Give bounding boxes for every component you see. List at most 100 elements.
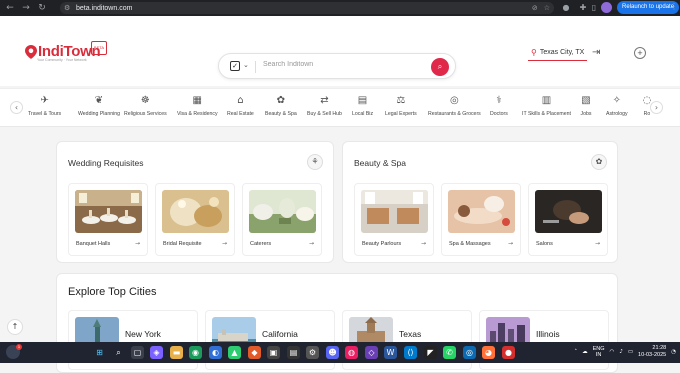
- weather-widget[interactable]: 1: [6, 344, 22, 359]
- cloud-icon[interactable]: ☁: [582, 349, 588, 355]
- settings-icon[interactable]: ⚙: [306, 346, 319, 359]
- category-item[interactable]: ⇄ Buy & Sell Hub: [307, 95, 342, 117]
- category-item[interactable]: ✈ Travel & Tours: [28, 95, 61, 117]
- subcategory-label: Beauty Parlours: [362, 241, 402, 247]
- battery-icon[interactable]: ▭: [628, 349, 633, 355]
- media-icon[interactable]: ◍: [345, 346, 358, 359]
- category-item[interactable]: ▧ Jobs: [580, 95, 592, 117]
- back-icon[interactable]: ←: [4, 2, 16, 14]
- login-icon[interactable]: ⇥: [592, 47, 600, 58]
- reload-icon[interactable]: ↻: [36, 2, 48, 14]
- discord-icon[interactable]: ☻: [326, 346, 339, 359]
- category-label: Legal Experts: [385, 111, 417, 117]
- vscode-icon[interactable]: ⟨⟩: [404, 346, 417, 359]
- arrow-right-icon: →: [134, 240, 140, 247]
- category-icon: ◎: [450, 95, 459, 106]
- category-item[interactable]: ⚖ Legal Experts: [385, 95, 417, 117]
- map-pin-icon: ⚲: [531, 48, 537, 57]
- category-icon: ✧: [612, 95, 621, 106]
- spa-icon[interactable]: ✿: [591, 154, 607, 170]
- category-icon: ⚕: [496, 95, 502, 106]
- volume-icon[interactable]: ♪: [619, 349, 623, 355]
- category-item[interactable]: ☸ Religious Services: [124, 95, 167, 117]
- scroll-to-top-button[interactable]: ↑: [7, 319, 23, 335]
- address-bar[interactable]: ⚙ beta.inditown.com ⊘ ☆: [60, 2, 554, 14]
- notepad-icon[interactable]: ▤: [287, 346, 300, 359]
- search-input[interactable]: [263, 61, 423, 68]
- beta-badge: BETA: [91, 41, 107, 55]
- clock[interactable]: 21:28 10-03-2025: [638, 345, 666, 359]
- app-icon-2[interactable]: ◤: [424, 346, 437, 359]
- city-name: Texas: [399, 329, 422, 339]
- scroll-left-button[interactable]: ‹: [10, 101, 23, 114]
- spa-image: [448, 190, 515, 233]
- category-item[interactable]: ❦ Wedding Planning: [78, 95, 120, 117]
- whatsapp-icon[interactable]: ✆: [443, 346, 456, 359]
- menu-icon[interactable]: ⋮: [670, 2, 678, 11]
- arrow-right-icon: →: [221, 240, 227, 247]
- site-header: IndiTown Your Community · Your Network B…: [0, 16, 680, 86]
- file-explorer-icon[interactable]: ▬: [170, 346, 183, 359]
- app-icon[interactable]: ▲: [228, 346, 241, 359]
- language-indicator[interactable]: ENG IN: [593, 346, 605, 358]
- location-selector[interactable]: ⚲ Texas City, TX: [528, 45, 588, 61]
- wifi-icon[interactable]: ◠: [610, 349, 615, 355]
- category-item[interactable]: ⚕ Doctors: [490, 95, 508, 117]
- category-icon: ✿: [276, 95, 286, 106]
- search-icon[interactable]: ⌕: [112, 346, 125, 359]
- subcategory-spa-massages[interactable]: Spa & Massages →: [441, 183, 521, 256]
- subcategory-beauty-parlours[interactable]: Beauty Parlours →: [354, 183, 434, 256]
- notifications-icon[interactable]: ◔: [671, 349, 676, 355]
- category-item[interactable]: ▦ Visa & Residency: [177, 95, 218, 117]
- card-title: Beauty & Spa: [354, 158, 406, 168]
- star-icon[interactable]: ☆: [544, 2, 550, 14]
- category-icon: ▧: [581, 95, 591, 106]
- sidebar-icon[interactable]: ▯: [588, 2, 600, 14]
- category-item[interactable]: ▤ Local Biz: [352, 95, 373, 117]
- category-checkbox-icon[interactable]: ✓: [230, 61, 240, 71]
- time: 21:28: [652, 345, 667, 351]
- profile-avatar[interactable]: [601, 2, 612, 13]
- bridal-image: [162, 190, 229, 233]
- category-label: Beauty & Spa: [265, 111, 297, 117]
- chevron-down-icon[interactable]: ⌄: [243, 61, 249, 69]
- copilot-icon[interactable]: ◈: [150, 346, 163, 359]
- camera-off-icon[interactable]: ⊘: [532, 2, 538, 14]
- edge-icon[interactable]: ◐: [209, 346, 222, 359]
- subcategory-caterers[interactable]: Caterers →: [242, 183, 322, 256]
- forward-icon[interactable]: →: [20, 2, 32, 14]
- subcategory-bridal-requisite[interactable]: Bridal Requisite →: [155, 183, 235, 256]
- category-item[interactable]: ▥ IT Skills & Placement: [522, 95, 571, 117]
- app-icon-4[interactable]: ●: [502, 346, 515, 359]
- wedding-icon[interactable]: ⚘: [307, 154, 323, 170]
- word-icon[interactable]: W: [384, 346, 397, 359]
- category-icon: ☸: [140, 95, 150, 106]
- category-item[interactable]: ✿ Beauty & Spa: [265, 95, 297, 117]
- arrow-right-icon: →: [594, 240, 600, 247]
- task-view-icon[interactable]: ▢: [131, 346, 144, 359]
- category-label: Local Biz: [352, 111, 374, 117]
- category-icon: ❦: [94, 95, 104, 106]
- category-label: Real Estate: [227, 111, 254, 117]
- arrow-right-icon: →: [507, 240, 513, 247]
- firefox-icon[interactable]: ◕: [482, 346, 495, 359]
- chevron-up-icon[interactable]: ˄: [574, 349, 577, 355]
- extension-icon[interactable]: ●: [560, 2, 572, 14]
- category-item[interactable]: ✧ Astrology: [606, 95, 628, 117]
- search-button[interactable]: ⌕: [431, 58, 449, 76]
- brave-icon[interactable]: ◆: [248, 346, 261, 359]
- subcategory-label: Spa & Massages: [449, 241, 491, 247]
- logo[interactable]: IndiTown Your Community · Your Network B…: [25, 41, 107, 62]
- category-item[interactable]: ⌂ Real Estate: [227, 95, 254, 117]
- chrome-icon[interactable]: ◉: [189, 346, 202, 359]
- category-item[interactable]: ◎ Restaurants & Grocers: [428, 95, 481, 117]
- subcategory-banquet-halls[interactable]: Banquet Halls →: [68, 183, 148, 256]
- site-info-icon[interactable]: ⚙: [64, 4, 74, 12]
- subcategory-salons[interactable]: Salons →: [528, 183, 608, 256]
- scroll-right-button[interactable]: ›: [650, 101, 663, 114]
- vs-icon[interactable]: ◇: [365, 346, 378, 359]
- terminal-icon[interactable]: ▣: [267, 346, 280, 359]
- add-icon[interactable]: +: [634, 47, 646, 59]
- windows-start-icon[interactable]: ⊞: [93, 346, 106, 359]
- app-icon-3[interactable]: ◎: [463, 346, 476, 359]
